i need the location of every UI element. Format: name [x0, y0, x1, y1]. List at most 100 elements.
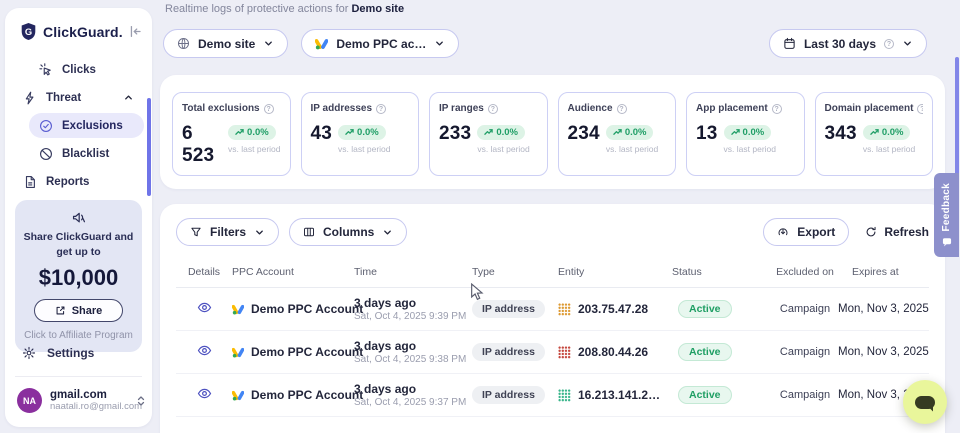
sidebar-item-label: Exclusions	[62, 120, 123, 132]
table-toolbar: Filters Columns Export	[160, 204, 945, 258]
exclusions-table-panel: Filters Columns Export	[160, 204, 945, 433]
sidebar-scrollbar-thumb[interactable]	[147, 98, 151, 196]
time-cell: 3 days ago Sat, Oct 4, 2025 9:39 PM	[354, 296, 472, 322]
trend-up-icon	[484, 128, 493, 136]
share-button[interactable]: Share	[34, 299, 124, 322]
status-cell: Active	[672, 386, 772, 404]
sidebar-item-label: Threat	[46, 92, 81, 104]
type-cell: IP address	[472, 343, 558, 361]
col-header-ppc-account[interactable]: PPC Account	[232, 266, 354, 278]
chat-launcher-button[interactable]	[903, 380, 947, 424]
exclusions-table: Details PPC Account Time Type Entity Sta…	[176, 258, 929, 433]
chevron-up-icon	[123, 92, 134, 103]
col-header-entity[interactable]: Entity	[558, 266, 672, 278]
feedback-tab[interactable]: Feedback	[934, 173, 959, 257]
sidebar-item-clicks[interactable]: Clicks	[29, 57, 144, 82]
funnel-icon	[190, 226, 202, 238]
help-icon: ?	[884, 39, 894, 49]
stat-value: 43	[311, 123, 333, 145]
time-cell: 3 days ago Sat, Oct 4, 2025 9:38 PM	[354, 339, 472, 365]
col-header-excluded-on[interactable]: Excluded on	[772, 266, 838, 278]
table-row[interactable]: Demo PPC Account 3 days ago Sat, Oct 4, …	[176, 331, 929, 374]
sidebar-item-settings[interactable]: Settings	[22, 346, 94, 360]
sidebar: G ClickGuard. Clicks	[5, 8, 152, 427]
ppc-account-selector-dropdown[interactable]: Demo PPC ac…	[301, 29, 459, 58]
help-icon[interactable]: ?	[917, 104, 923, 114]
entity-cell: 16.213.141.2…	[558, 388, 672, 402]
report-file-icon	[23, 175, 37, 189]
filters-button[interactable]: Filters	[176, 218, 279, 246]
affiliate-link-label[interactable]: Click to Affiliate Program	[21, 330, 136, 341]
trend-period: vs. last period	[724, 144, 776, 154]
export-button[interactable]: Export	[763, 218, 849, 246]
trend-up-icon	[731, 128, 740, 136]
sidebar-item-reports[interactable]: Reports	[13, 169, 144, 194]
col-header-expires-at[interactable]: Expires at	[838, 266, 929, 278]
help-icon[interactable]: ?	[617, 104, 627, 114]
user-name: gmail.com	[50, 389, 128, 401]
cursor-click-icon	[39, 63, 53, 77]
sidebar-collapse-icon[interactable]	[129, 25, 142, 38]
date-range-dropdown[interactable]: Last 30 days ?	[769, 29, 927, 58]
feedback-label: Feedback	[941, 183, 952, 232]
megaphone-icon	[21, 210, 136, 225]
eye-icon[interactable]	[197, 387, 212, 400]
user-email: naatali.ro@gmail.com	[50, 401, 128, 412]
trend-period: vs. last period	[477, 144, 529, 154]
stat-card-domain-placement: Domain placement? 343 0.0% vs. last peri…	[815, 92, 934, 176]
page-scrollbar-thumb[interactable]	[955, 57, 959, 190]
lightning-icon	[23, 91, 37, 105]
help-icon[interactable]: ?	[488, 104, 498, 114]
promo-text-line1: Share ClickGuard and	[21, 230, 136, 245]
eye-icon[interactable]	[197, 301, 212, 314]
eye-icon[interactable]	[197, 344, 212, 357]
ppc-account-selector-value: Demo PPC ac…	[336, 37, 426, 51]
stat-card-ip-addresses: IP addresses? 43 0.0% vs. last period	[301, 92, 420, 176]
sidebar-item-blacklist[interactable]: Blacklist	[29, 141, 144, 166]
stat-card-audience: Audience? 234 0.0% vs. last period	[558, 92, 677, 176]
trend-period: vs. last period	[338, 144, 390, 154]
account-switcher[interactable]: NA gmail.com naatali.ro@gmail.com	[17, 388, 146, 413]
status-cell: Active	[672, 343, 772, 361]
settings-label: Settings	[47, 346, 94, 360]
ip-identicon	[558, 303, 571, 316]
type-cell: IP address	[472, 386, 558, 404]
entity-cell: 208.80.44.26	[558, 345, 672, 359]
col-header-details[interactable]: Details	[176, 266, 232, 278]
ppc-account-cell: Demo PPC Account	[232, 302, 354, 316]
external-link-icon	[55, 305, 66, 316]
help-icon[interactable]: ?	[264, 104, 274, 114]
help-icon[interactable]: ?	[772, 104, 782, 114]
sidebar-item-exclusions[interactable]: Exclusions	[29, 113, 144, 138]
promo-amount: $10,000	[21, 265, 136, 291]
type-cell: IP address	[472, 300, 558, 318]
google-ads-icon	[232, 347, 244, 358]
trend-badge: 0.0%	[228, 125, 276, 140]
sidebar-item-threat[interactable]: Threat	[13, 85, 144, 110]
site-selector-value: Demo site	[198, 37, 255, 51]
affiliate-promo-card[interactable]: Share ClickGuard and get up to $10,000 S…	[15, 200, 142, 352]
calendar-icon	[783, 37, 796, 50]
excluded-on-cell: Campaign	[772, 303, 838, 315]
trend-badge: 0.0%	[338, 125, 386, 140]
details-cell	[176, 301, 232, 317]
stats-panel: Total exclusions? 6 523 0.0% vs. last pe…	[160, 75, 945, 189]
page-title-site: Demo site	[351, 3, 404, 15]
table-row[interactable]: Demo PPC Account 3 days ago Sat, Oct 4, …	[176, 288, 929, 331]
table-row[interactable]: Demo PPC Account 3 days ago Sat, Oct 4, …	[176, 374, 929, 417]
col-header-time[interactable]: Time	[354, 266, 472, 278]
refresh-button[interactable]: Refresh	[865, 225, 929, 239]
google-ads-icon	[315, 38, 328, 50]
columns-button[interactable]: Columns	[289, 218, 407, 246]
table-row-partial[interactable]: 3 days ago	[176, 417, 929, 433]
chevron-down-icon	[254, 227, 265, 238]
ppc-account-cell: Demo PPC Account	[232, 345, 354, 359]
scope-selectors: Demo site Demo PPC ac…	[163, 29, 459, 58]
help-icon[interactable]: ?	[376, 104, 386, 114]
trend-up-icon	[345, 128, 354, 136]
col-header-status[interactable]: Status	[672, 266, 772, 278]
stat-value: 6 523	[182, 123, 222, 167]
stat-card-total-exclusions: Total exclusions? 6 523 0.0% vs. last pe…	[172, 92, 291, 176]
col-header-type[interactable]: Type	[472, 266, 558, 278]
site-selector-dropdown[interactable]: Demo site	[163, 29, 288, 58]
